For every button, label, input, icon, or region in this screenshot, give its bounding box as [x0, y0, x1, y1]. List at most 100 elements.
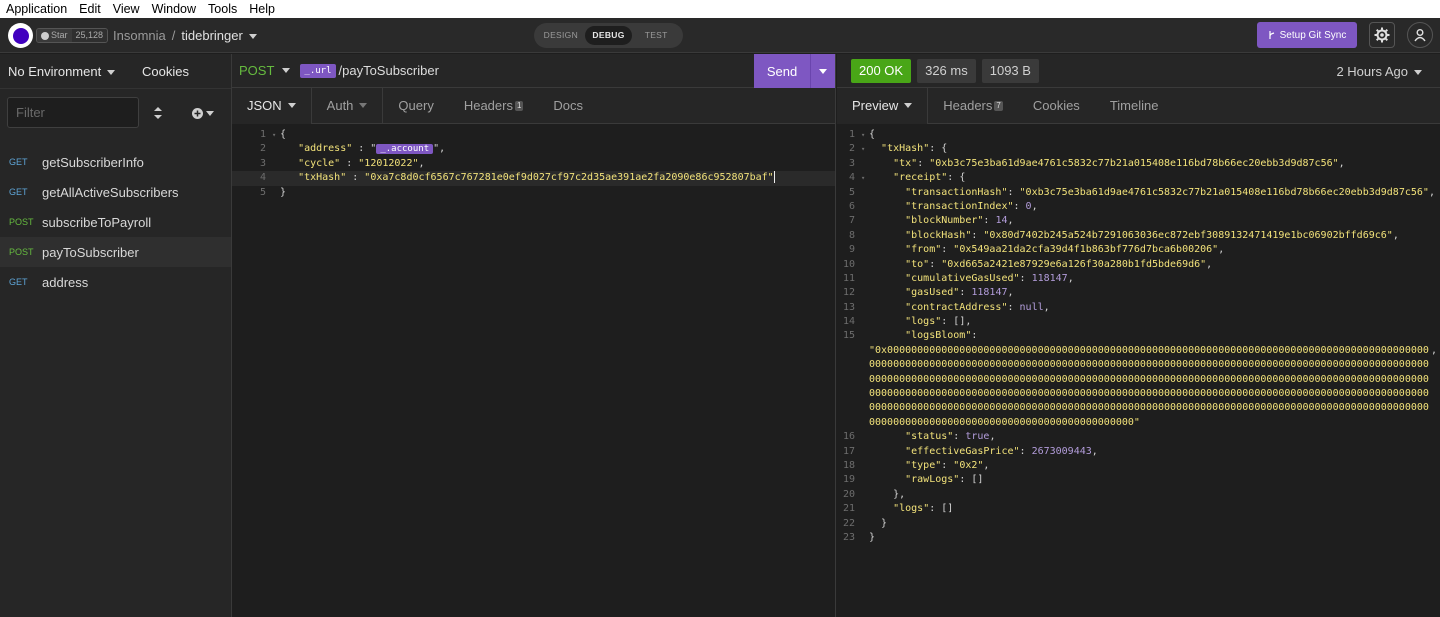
project-name[interactable]: tidebringer [181, 28, 257, 43]
code-line: 17 "effectiveGasPrice": 2673009443, [842, 445, 1098, 457]
url-bar: POST _.url /payToSubscriber Send [232, 54, 835, 88]
code-line: 19 "rawLogs": [] [842, 474, 984, 486]
request-body-editor[interactable]: 1 ▾{ 2 "address" : " _.account ", 3 "cycle"… [232, 124, 835, 200]
filter-input[interactable] [7, 97, 139, 128]
menu-application[interactable]: Application [0, 0, 73, 18]
json-value: 2673009443 [1031, 445, 1092, 457]
git-sync-label: Setup Git Sync [1279, 29, 1347, 41]
send-button[interactable]: Send [754, 54, 835, 88]
account-variable-tag[interactable]: _.account [376, 144, 434, 155]
tab-docs[interactable]: Docs [538, 88, 598, 124]
request-item-address[interactable]: GET address [0, 267, 231, 297]
code-line: 13 "contractAddress": null, [842, 301, 1050, 313]
json-value: "0x0000000000000000000000000000000000000… [869, 344, 1429, 428]
chevron-down-icon [359, 103, 368, 108]
tab-response-cookies[interactable]: Cookies [1018, 88, 1095, 124]
setup-git-sync-button[interactable]: Setup Git Sync [1257, 22, 1357, 48]
code-line: 2 "address" : " _.account ", [259, 143, 446, 155]
code-line: 1 ▾{ [848, 129, 876, 140]
menu-window[interactable]: Window [146, 0, 202, 18]
tab-query[interactable]: Query [383, 88, 448, 124]
user-icon [1414, 29, 1426, 42]
tab-preview[interactable]: Preview [837, 87, 929, 124]
json-value: "0x549aa21da2cfa39d4f1b863bf776d7bca6b00… [953, 244, 1219, 256]
environment-label: No Environment [8, 63, 102, 79]
request-item-paytosubscriber[interactable]: POST payToSubscriber [0, 237, 231, 267]
request-name: address [42, 274, 89, 290]
tab-test[interactable]: TEST [632, 26, 680, 45]
environment-dropdown[interactable]: No Environment [8, 63, 116, 79]
json-key: "cycle" [298, 157, 341, 169]
chevron-down-icon [206, 110, 214, 116]
request-method: POST [9, 247, 34, 257]
menu-tools[interactable]: Tools [202, 0, 243, 18]
response-status-bar: 200 OK 326 ms 1093 B 2 Hours Ago [837, 54, 1440, 88]
code-line: 1 ▾{ [259, 129, 287, 140]
request-method: GET [9, 157, 28, 167]
tab-debug[interactable]: DEBUG [584, 26, 633, 45]
star-count: 25,128 [71, 29, 108, 42]
request-item-subscribetopayroll[interactable]: POST subscribeToPayroll [0, 207, 231, 237]
response-body-viewer[interactable]: 1 ▾{ 2 ▾ "txHash": { 3 "tx": "0xb3c75e3ba6… [837, 124, 1440, 545]
tab-response-headers[interactable]: Headers 7 [928, 88, 1018, 124]
request-name: subscribeToPayroll [42, 214, 152, 230]
response-size-badge: 1093 B [981, 58, 1039, 83]
code-line: 5 "transactionHash": "0xb3c75e3ba61d9ae4… [848, 186, 1435, 198]
request-tabs: JSON Auth Query Headers 1 Docs [232, 87, 835, 124]
send-options-dropdown[interactable] [810, 54, 835, 88]
menu-help[interactable]: Help [243, 0, 281, 18]
code-line: 4 "txHash" : "0xa7c8d0cf6567c767281e0ef9… [232, 171, 835, 186]
tab-auth[interactable]: Auth [312, 87, 384, 124]
tab-timeline[interactable]: Timeline [1095, 88, 1174, 124]
request-method: POST [9, 217, 34, 227]
method-dropdown[interactable]: POST [239, 63, 291, 78]
cookies-button[interactable]: Cookies [142, 64, 189, 79]
menu-view[interactable]: View [107, 0, 146, 18]
code-line: 16 "status": true, [842, 431, 996, 443]
json-value: 0 [1025, 200, 1032, 212]
response-history-dropdown[interactable]: 2 Hours Ago [1336, 64, 1422, 79]
tab-design[interactable]: DESIGN [537, 26, 585, 45]
request-item-getsubscriberinfo[interactable]: GET getSubscriberInfo [0, 147, 231, 177]
account-button[interactable] [1407, 22, 1433, 48]
url-input[interactable]: /payToSubscriber [339, 63, 439, 78]
github-icon [41, 31, 49, 40]
code-line: 11 "cumulativeGasUsed": 118147, [842, 272, 1074, 284]
chevron-down-icon [904, 103, 913, 108]
tab-auth-label: Auth [326, 98, 354, 113]
code-line: 23} [842, 531, 876, 543]
sort-icon[interactable] [152, 106, 164, 120]
code-line: 4 ▾ "receipt": { [848, 172, 966, 184]
chevron-down-icon [287, 103, 296, 108]
url-variable-tag[interactable]: _.url [300, 63, 336, 78]
tab-json[interactable]: JSON [232, 87, 312, 124]
code-line: 10 "to": "0xd665a2421e87929e6a126f30a280… [842, 258, 1213, 270]
json-value: 14 [995, 215, 1008, 227]
json-key: "txHash" [298, 172, 347, 184]
settings-button[interactable] [1369, 22, 1395, 48]
mode-switch: DESIGN DEBUG TEST [534, 23, 683, 48]
github-star-badge[interactable]: Star 25,128 [36, 28, 109, 43]
menu-edit[interactable]: Edit [73, 0, 107, 18]
chevron-down-icon [248, 34, 257, 40]
json-value: "0x80d7402b245a524b7291063036ec872ebf308… [983, 229, 1393, 241]
breadcrumb-root[interactable]: Insomnia [113, 28, 166, 43]
response-tabs: Preview Headers 7 Cookies Timeline [837, 87, 1440, 124]
tab-json-label: JSON [247, 98, 282, 113]
code-line: 20 }, [842, 488, 906, 500]
chevron-down-icon [1414, 70, 1422, 76]
add-request-button[interactable] [192, 106, 218, 120]
json-value: 118147 [1031, 272, 1068, 284]
code-line: 22 } [842, 517, 888, 529]
request-list: GET getSubscriberInfo GET getAllActiveSu… [0, 147, 231, 297]
tab-headers[interactable]: Headers 1 [449, 88, 539, 124]
response-pane: 200 OK 326 ms 1093 B 2 Hours Ago Preview… [837, 54, 1440, 617]
code-line: 8 "blockHash": "0x80d7402b245a524b729106… [848, 229, 1399, 241]
sidebar: No Environment Cookies GET getSubscriber… [0, 54, 232, 617]
code-line: 15 "logsBloom": [842, 330, 978, 342]
json-value: "0x2" [953, 460, 984, 472]
code-line: 9 "from": "0x549aa21da2cfa39d4f1b863bf77… [848, 244, 1225, 256]
request-item-getallactivesubscribers[interactable]: GET getAllActiveSubscribers [0, 177, 231, 207]
star-label: Star [51, 30, 68, 40]
json-value: null [1019, 301, 1044, 313]
